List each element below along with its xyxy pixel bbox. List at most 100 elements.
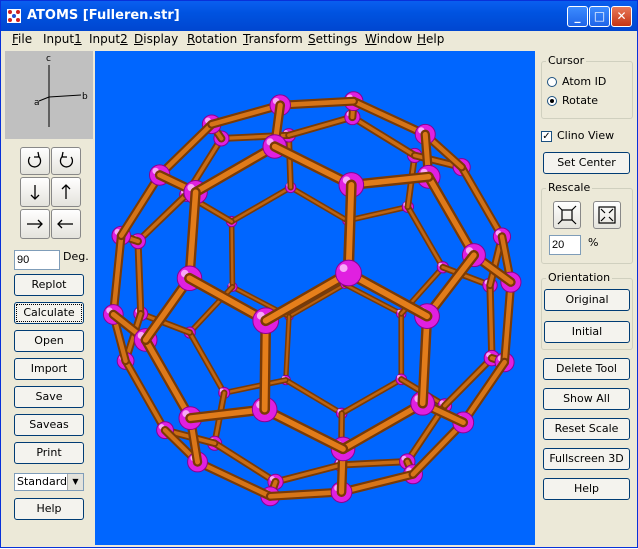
menu-window-rest: indow [377,32,413,46]
menu-input2[interactable]: Input2 [89,32,128,46]
menu-rotation[interactable]: Rotation [187,32,237,46]
arrow-left-icon [52,210,80,238]
menu-file-rest: ile [18,32,32,46]
delete-tool-button[interactable]: Delete Tool [543,358,630,380]
right-panel: Cursor Atom ID Rotate ✓ Clino View Set C… [537,51,637,545]
axis-gizmo: c b a [5,51,93,139]
rotate-left-button[interactable] [51,209,81,239]
bond [196,146,275,192]
menu-file[interactable]: File [12,32,32,46]
import-button[interactable]: Import [14,358,84,380]
mode-select[interactable]: Standard ▼ [14,473,84,491]
bond [429,177,474,255]
bond [232,222,233,287]
menu-window[interactable]: Window [365,32,412,46]
bond [408,207,443,267]
rotate-cw-icon [21,148,49,174]
initial-button[interactable]: Initial [544,321,630,343]
orientation-group: Orientation Original Initial [541,278,633,350]
window-title: ATOMS [Fulleren.str] [27,8,180,23]
print-button[interactable]: Print [14,442,84,464]
bond [289,117,353,135]
axis-a-label: a [34,98,40,108]
bond [232,187,291,221]
set-center-button[interactable]: Set Center [543,152,630,174]
rotate-ccw-button[interactable] [51,147,81,175]
angle-input[interactable] [14,250,60,270]
close-icon: ✕ [616,9,626,23]
bond [347,207,408,221]
rotate-ccw-icon [52,148,80,174]
axis-indicator[interactable]: c b a [5,51,93,139]
left-panel: c b a Deg. Replot Calculate Open Import [5,51,93,545]
cursor-group-title: Cursor [546,54,586,67]
menu-help-rest: elp [426,32,444,46]
rescale-unit-label: % [588,236,598,249]
menu-rotation-rest: otation [195,32,237,46]
carbon-atom[interactable] [336,260,362,286]
title-bar[interactable]: ATOMS [Fulleren.str] _ □ ✕ [1,1,637,31]
minimize-icon: _ [575,9,581,23]
original-button[interactable]: Original [544,289,630,311]
rotate-up-button[interactable] [51,177,81,207]
structure-viewport[interactable] [95,51,535,545]
rescale-input[interactable] [549,235,581,255]
menu-help[interactable]: Help [417,32,444,46]
bond [342,379,402,413]
bond [342,474,413,492]
bond [289,135,291,187]
zoom-out-button[interactable] [593,201,621,229]
expand-icon [554,202,580,228]
menu-settings[interactable]: Settings [308,32,357,46]
menu-input2-label: Input [89,32,120,46]
fullscreen-3d-button[interactable]: Fullscreen 3D [543,448,630,470]
cursor-group: Cursor Atom ID Rotate [541,61,633,119]
menu-display[interactable]: Display [134,32,178,46]
shrink-icon [594,202,620,228]
fullerene-structure[interactable] [95,51,535,545]
atom-id-label: Atom ID [562,75,606,88]
zoom-in-button[interactable] [553,201,581,229]
maximize-button[interactable]: □ [589,6,610,27]
clino-view-checkbox[interactable]: ✓ [541,131,552,142]
menu-input1[interactable]: Input1 [43,32,82,46]
bond [275,146,352,184]
menu-transform-rest: ransform [249,32,303,46]
help-button-left[interactable]: Help [14,498,84,520]
axis-c-label: c [46,54,51,64]
bond [224,380,286,393]
saveas-button[interactable]: Saveas [14,414,84,436]
axis-b-label: b [82,92,88,102]
open-button[interactable]: Open [14,330,84,352]
app-icon [7,9,21,23]
reset-scale-button[interactable]: Reset Scale [543,418,630,440]
replot-button[interactable]: Replot [14,274,84,296]
minimize-button[interactable]: _ [567,6,588,27]
save-button[interactable]: Save [14,386,84,408]
help-button-right[interactable]: Help [543,478,630,500]
atom-highlight [340,264,348,272]
close-button[interactable]: ✕ [611,6,632,27]
menu-display-rest: isplay [143,32,178,46]
rotate-label: Rotate [562,94,598,107]
bond [286,380,342,413]
show-all-button[interactable]: Show All [543,388,630,410]
bond [463,362,504,422]
maximize-icon: □ [594,9,605,23]
menu-transform[interactable]: Transform [243,32,303,46]
rescale-group: Rescale % [541,188,633,264]
rotate-down-button[interactable] [20,177,50,207]
rotate-right-button[interactable] [20,209,50,239]
bond [266,273,349,321]
calculate-button[interactable]: Calculate [14,302,84,324]
bond [354,101,426,134]
dropdown-arrow-icon[interactable]: ▼ [67,474,83,490]
atom-id-radio[interactable] [547,77,557,87]
atoms-window: ATOMS [Fulleren.str] _ □ ✕ File Input1 I… [0,0,638,548]
rotate-cw-button[interactable] [20,147,50,175]
arrow-right-icon [21,210,49,238]
arrow-up-icon [52,178,80,206]
menu-settings-rest: ettings [316,32,358,46]
clino-view-label: Clino View [557,129,614,142]
rotate-radio[interactable] [547,96,557,106]
